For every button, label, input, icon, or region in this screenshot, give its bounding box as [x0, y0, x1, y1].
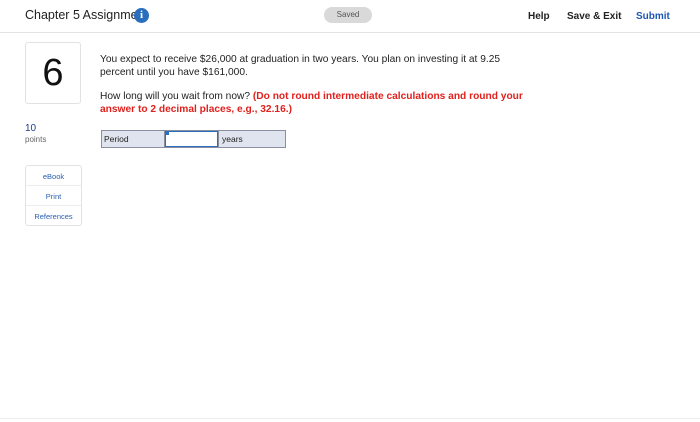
answer-label: Period — [102, 131, 165, 147]
references-link[interactable]: References — [26, 212, 81, 221]
ebook-link[interactable]: eBook — [26, 172, 81, 181]
points-label: points — [25, 135, 47, 144]
question-prompt: How long will you wait from now? — [100, 91, 251, 102]
question-text: You expect to receive $26,000 at graduat… — [100, 54, 501, 78]
question-number: 6 — [25, 42, 81, 104]
top-bar: Chapter 5 Assignment i Saved Help Save &… — [0, 0, 700, 33]
saved-status-badge: Saved — [324, 7, 372, 23]
help-button[interactable]: Help — [528, 11, 550, 22]
footer-divider — [0, 418, 700, 419]
answer-unit: years — [218, 131, 285, 147]
assignment-title: Chapter 5 Assignment — [25, 8, 148, 22]
divider — [26, 185, 81, 186]
resources-panel: eBook Print References — [25, 165, 82, 226]
input-cursor — [166, 132, 169, 135]
period-answer-input[interactable] — [165, 131, 218, 147]
answer-table: Period years — [101, 130, 286, 148]
divider — [26, 205, 81, 206]
print-link[interactable]: Print — [26, 192, 81, 201]
save-exit-button[interactable]: Save & Exit — [567, 11, 621, 22]
info-icon[interactable]: i — [134, 8, 149, 23]
points-value: 10 — [25, 123, 37, 134]
submit-button[interactable]: Submit — [636, 11, 670, 22]
question-prompt-block: How long will you wait from now? (Do not… — [100, 90, 530, 116]
